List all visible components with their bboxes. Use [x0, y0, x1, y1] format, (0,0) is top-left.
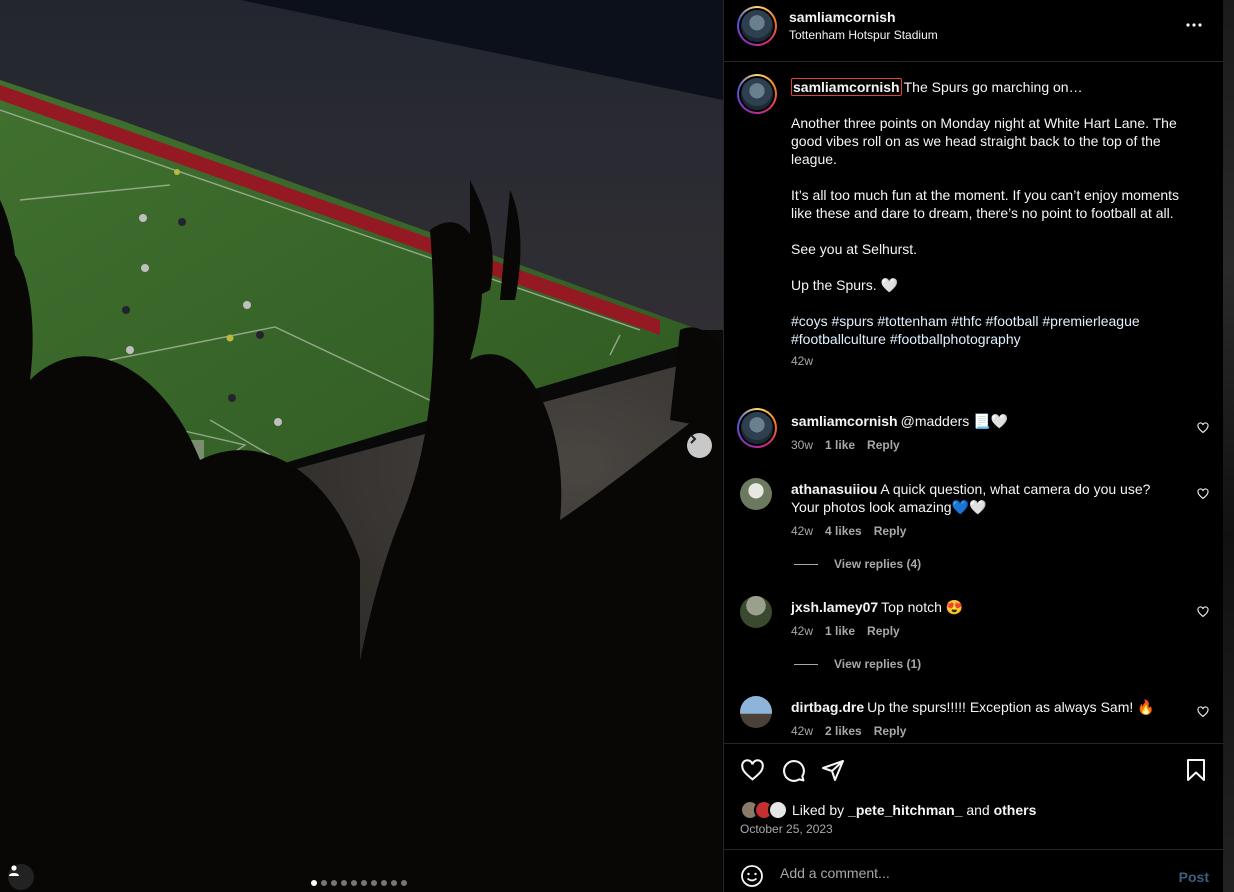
caption-paragraph: It’s all too much fun at the moment. If … — [791, 187, 1180, 221]
caption-title: The Spurs go marching on… — [903, 79, 1083, 95]
comment-likes[interactable]: 2 likes — [825, 722, 862, 740]
caption-time: 42w — [791, 354, 814, 368]
carousel-dot — [311, 880, 317, 886]
caption-paragraph: Up the Spurs. 🤍 — [791, 277, 898, 293]
comment-likes[interactable]: 4 likes — [825, 522, 862, 540]
post-photo[interactable] — [0, 0, 723, 892]
commenter-username[interactable]: dirtbag.dre — [791, 699, 864, 715]
emoji-icon[interactable] — [740, 864, 764, 888]
user-tag-icon — [9, 865, 19, 876]
post-header: samliamcornish Tottenham Hotspur Stadium — [724, 0, 1223, 62]
commenter-avatar[interactable] — [740, 596, 772, 628]
carousel-dot — [321, 880, 327, 886]
heart-icon[interactable] — [740, 758, 765, 783]
reply-button[interactable]: Reply — [874, 522, 907, 540]
carousel-dot — [361, 880, 367, 886]
liked-by: Liked by _pete_hitchman_ and others — [740, 800, 1036, 820]
comments-list[interactable]: samliamcornish The Spurs go marching on… … — [724, 62, 1224, 744]
carousel-dot — [381, 880, 387, 886]
comment-text: @madders 📃🤍 — [900, 413, 1009, 429]
post-comment-button[interactable]: Post — [1179, 869, 1209, 885]
author-avatar[interactable] — [737, 6, 777, 46]
comment-time: 42w — [791, 624, 814, 638]
caption-paragraph: See you at Selhurst. — [791, 241, 918, 257]
tagged-users-button[interactable] — [8, 864, 34, 890]
liker-avatars[interactable] — [740, 800, 788, 820]
liked-by-prefix: Liked by — [792, 802, 845, 818]
heart-icon[interactable] — [1197, 706, 1209, 718]
stadium-photo — [0, 0, 723, 892]
carousel-dot — [331, 880, 337, 886]
liked-by-others[interactable]: others — [994, 802, 1037, 818]
caption-avatar[interactable] — [737, 74, 777, 114]
comment-time: 30w — [791, 438, 814, 452]
chevron-right-icon — [690, 434, 697, 444]
comment-time: 42w — [791, 524, 814, 538]
commenter-avatar[interactable] — [737, 408, 777, 448]
comment-likes[interactable]: 1 like — [825, 436, 855, 454]
heart-icon[interactable] — [1197, 422, 1209, 434]
post-caption: samliamcornish The Spurs go marching on… … — [791, 78, 1196, 370]
carousel-dot — [351, 880, 357, 886]
view-replies-label: View replies (4) — [834, 557, 922, 571]
reply-button[interactable]: Reply — [867, 622, 900, 640]
carousel-indicator — [311, 880, 407, 886]
heart-icon[interactable] — [1197, 606, 1209, 618]
commenter-username[interactable]: athanasuiiou — [791, 481, 877, 497]
caption-paragraph: Another three points on Monday night at … — [791, 115, 1177, 167]
caption-hashtags[interactable]: #coys #spurs #tottenham #thfc #football … — [791, 312, 1196, 348]
commenter-username[interactable]: samliamcornish — [791, 413, 898, 429]
comment-text: Top notch 😍 — [881, 599, 964, 615]
reply-button[interactable]: Reply — [874, 722, 907, 740]
view-replies-button[interactable]: View replies (4) — [794, 557, 921, 571]
comment-likes[interactable]: 1 like — [825, 622, 855, 640]
carousel-dot — [341, 880, 347, 886]
comment-input[interactable] — [780, 862, 1160, 884]
commenter-username[interactable]: jxsh.lamey07 — [791, 599, 878, 615]
post-actions: Liked by _pete_hitchman_ and others Octo… — [724, 743, 1224, 849]
commenter-avatar[interactable] — [740, 478, 772, 510]
post-location[interactable]: Tottenham Hotspur Stadium — [789, 28, 938, 42]
send-icon[interactable] — [821, 758, 845, 782]
view-replies-label: View replies (1) — [834, 657, 922, 671]
liked-by-joiner: and — [966, 802, 990, 818]
caption-username[interactable]: samliamcornish — [791, 78, 902, 96]
reply-button[interactable]: Reply — [867, 436, 900, 454]
post-date: October 25, 2023 — [740, 822, 833, 836]
view-replies-button[interactable]: View replies (1) — [794, 657, 921, 671]
comment-time: 42w — [791, 724, 814, 738]
commenter-avatar[interactable] — [740, 696, 772, 728]
background-overlay — [1223, 0, 1234, 892]
carousel-dot — [391, 880, 397, 886]
comment-text: Up the spurs!!!!! Exception as always Sa… — [867, 699, 1155, 715]
liker-username[interactable]: _pete_hitchman_ — [848, 802, 962, 818]
comment-icon[interactable] — [781, 758, 806, 783]
more-icon[interactable] — [1185, 16, 1203, 34]
carousel-dot — [371, 880, 377, 886]
bookmark-icon[interactable] — [1184, 758, 1208, 782]
heart-icon[interactable] — [1197, 488, 1209, 500]
author-username[interactable]: samliamcornish — [789, 9, 896, 25]
next-slide-button[interactable] — [687, 433, 712, 458]
post-detail-panel: samliamcornish Tottenham Hotspur Stadium… — [723, 0, 1224, 892]
carousel-dot — [401, 880, 407, 886]
add-comment-bar: Post — [724, 849, 1224, 892]
